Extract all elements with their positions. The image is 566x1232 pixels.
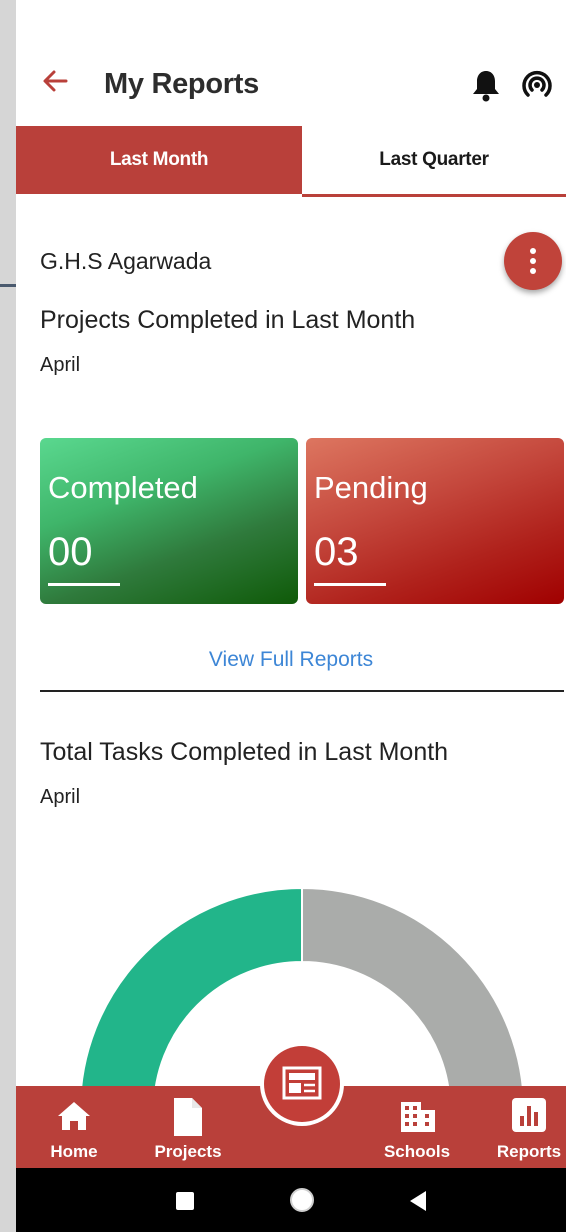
report-tabs: Last Month Last Quarter	[16, 126, 566, 198]
section-divider	[40, 690, 564, 692]
view-full-reports-link[interactable]: View Full Reports	[16, 648, 566, 672]
more-options-button[interactable]	[504, 232, 562, 290]
completed-count: 00	[48, 530, 93, 574]
system-nav-bar	[16, 1168, 566, 1232]
completed-label: Completed	[48, 470, 198, 505]
page-title: My Reports	[104, 68, 259, 100]
back-arrow-icon[interactable]	[40, 66, 70, 96]
nav-reports-label: Reports	[496, 1142, 562, 1161]
school-name: G.H.S Agarwada	[40, 248, 212, 274]
nav-reports[interactable]: Reports	[492, 1086, 566, 1168]
nav-home[interactable]: Home	[36, 1086, 112, 1168]
bell-icon[interactable]	[470, 68, 502, 102]
app-screen: My Reports Last Month Last Quarter G.H.S…	[16, 0, 566, 1232]
projects-section-title: Projects Completed in Last Month	[40, 306, 416, 334]
nav-schools-label: Schools	[383, 1142, 451, 1161]
newspaper-icon	[282, 1066, 322, 1100]
pending-label: Pending	[314, 470, 428, 505]
card-underline	[314, 583, 386, 586]
completed-card[interactable]: Completed 00	[40, 438, 298, 604]
more-vert-icon	[530, 248, 536, 254]
more-vert-icon-dot	[530, 268, 536, 274]
tab-last-month[interactable]: Last Month	[16, 126, 302, 194]
side-margin	[0, 0, 16, 1232]
center-action-button[interactable]	[260, 1042, 344, 1126]
home-icon	[58, 1102, 90, 1130]
podcast-icon[interactable]	[520, 70, 554, 100]
document-icon	[174, 1098, 202, 1136]
bar-chart-icon	[512, 1098, 546, 1132]
recent-apps-icon[interactable]	[176, 1192, 194, 1215]
app-header: My Reports	[16, 52, 566, 122]
tasks-section-title: Total Tasks Completed in Last Month	[40, 738, 449, 766]
tab-last-quarter[interactable]: Last Quarter	[302, 126, 566, 194]
projects-section-month: April	[40, 354, 81, 376]
home-system-icon[interactable]	[288, 1186, 316, 1219]
building-icon	[401, 1102, 435, 1132]
center-button-face	[264, 1046, 340, 1122]
nav-projects-label: Projects	[154, 1142, 222, 1161]
nav-home-label: Home	[50, 1142, 98, 1161]
nav-schools[interactable]: Schools	[376, 1086, 458, 1168]
tasks-section-month: April	[40, 786, 81, 808]
pending-count: 03	[314, 530, 359, 574]
back-system-icon[interactable]	[408, 1190, 428, 1217]
card-underline	[48, 583, 120, 586]
nav-projects[interactable]: Projects	[146, 1086, 230, 1168]
tab-underline	[302, 194, 566, 197]
pending-card[interactable]: Pending 03	[306, 438, 564, 604]
more-vert-icon-dot	[530, 258, 536, 264]
